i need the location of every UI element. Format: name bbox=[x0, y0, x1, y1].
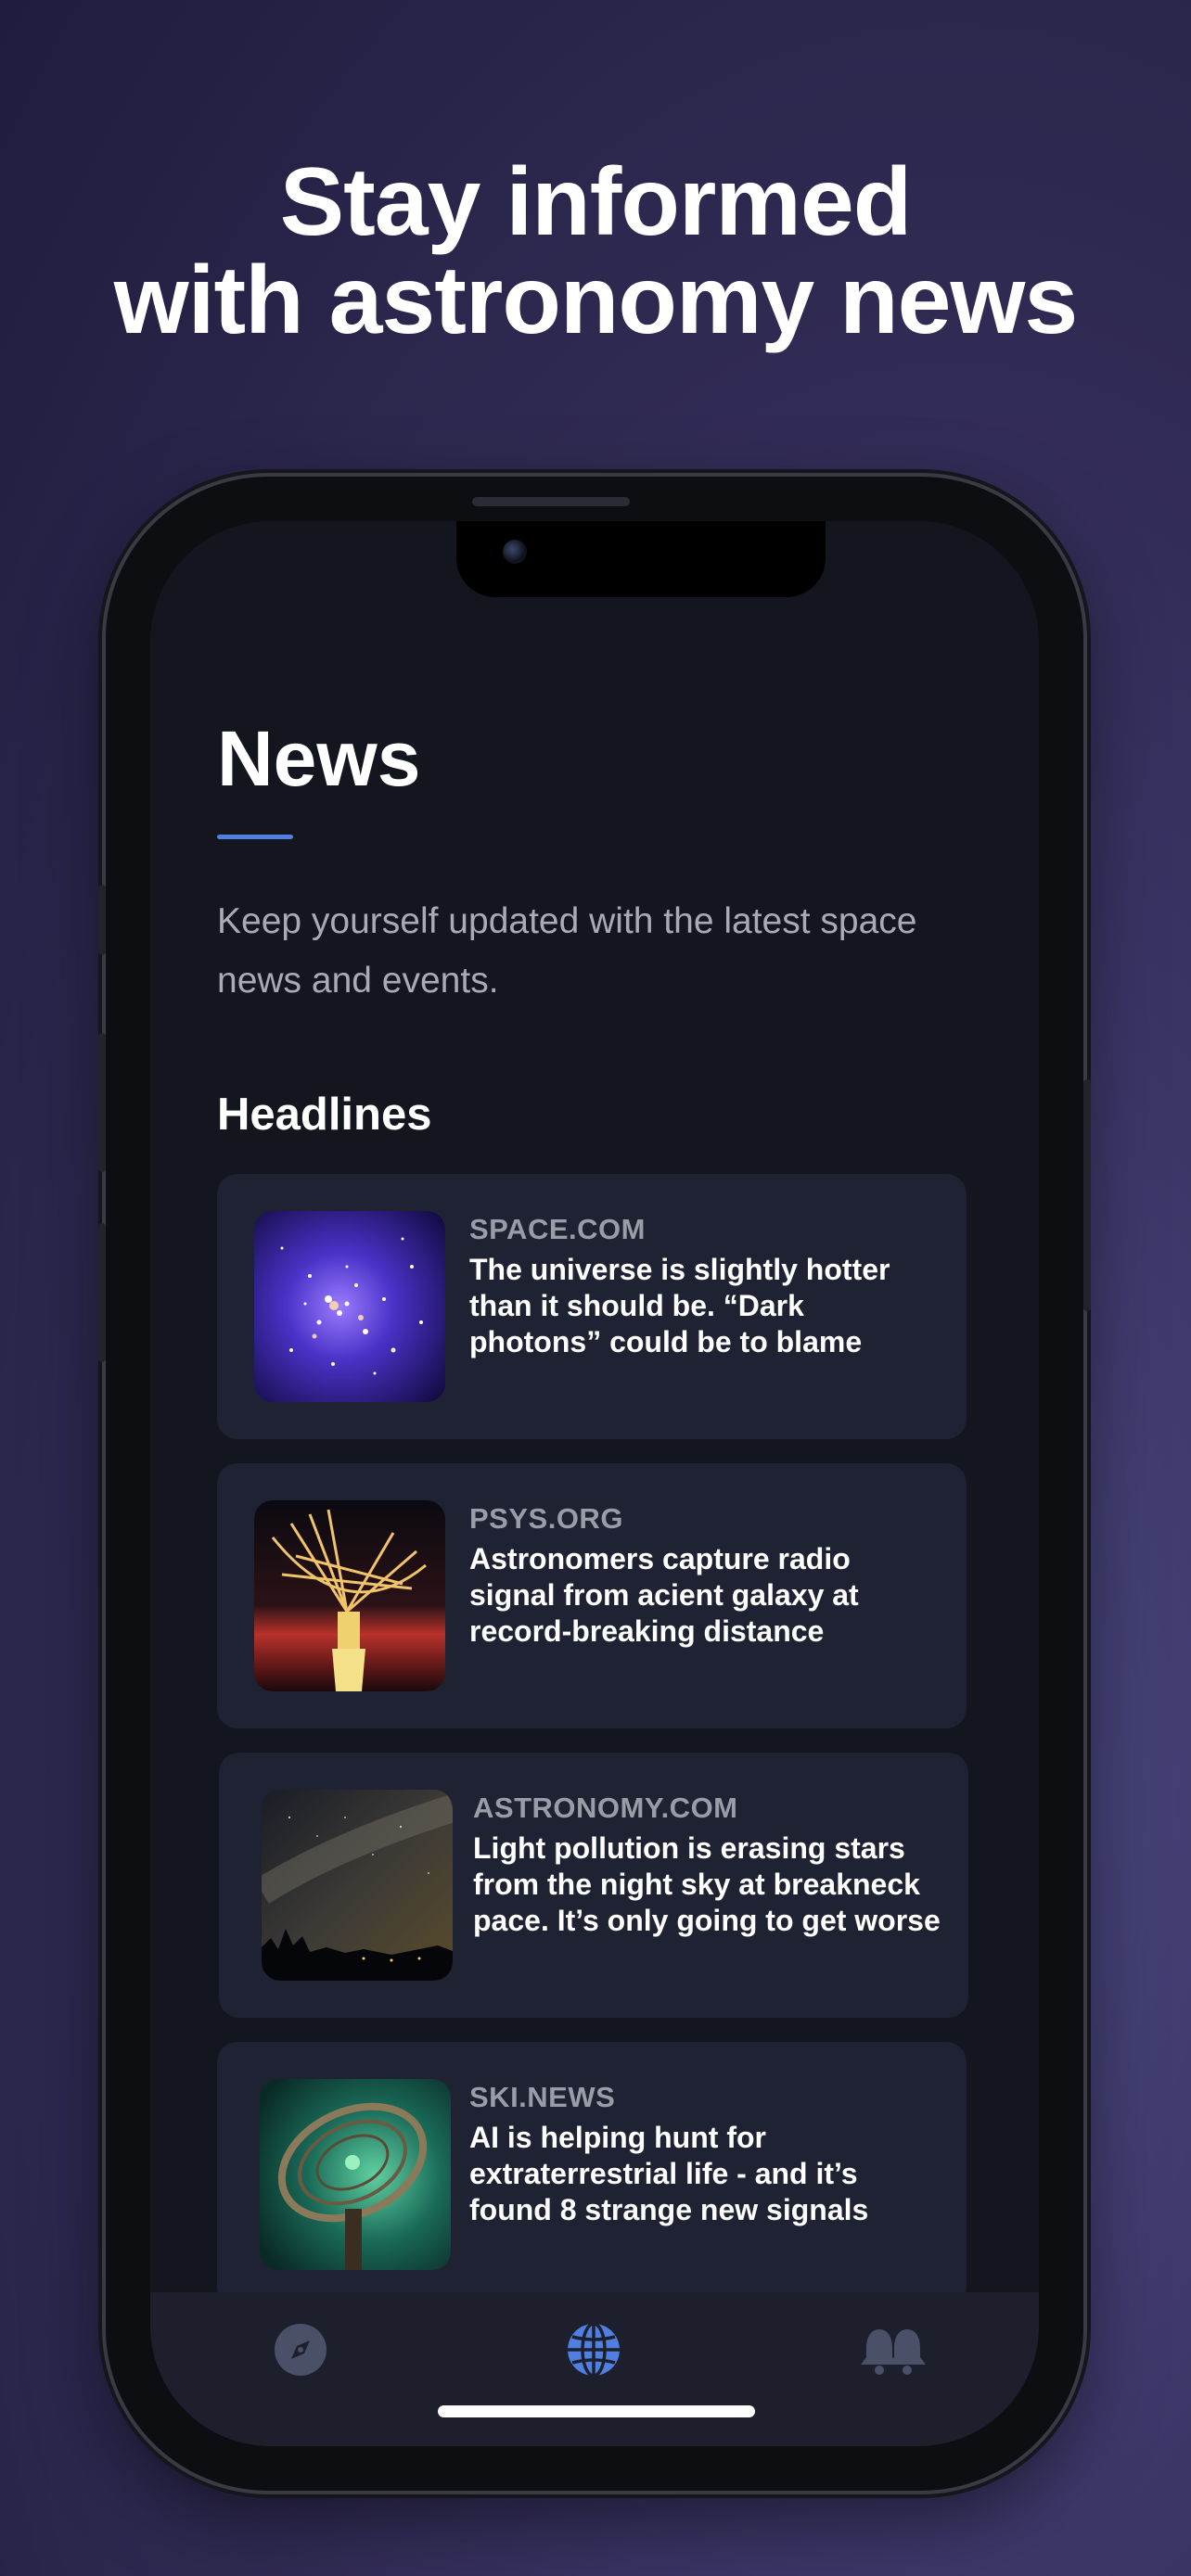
marketing-headline: Stay informed with astronomy news bbox=[0, 153, 1191, 350]
compass-icon bbox=[275, 2324, 327, 2376]
news-card[interactable]: SKI.NEWS AI is helping hunt for extrater… bbox=[217, 2042, 967, 2307]
article-source: SKI.NEWS bbox=[469, 2081, 616, 2113]
section-title-headlines: Headlines bbox=[217, 1090, 432, 1140]
notch bbox=[456, 521, 826, 597]
tab-notifications[interactable] bbox=[859, 2320, 926, 2379]
headline-line-1: Stay informed bbox=[279, 148, 912, 256]
article-thumbnail-radio-telescope bbox=[254, 1500, 445, 1691]
headline-line-2: with astronomy news bbox=[113, 247, 1079, 354]
news-card[interactable]: ASTRONOMY.COM Light pollution is erasing… bbox=[219, 1753, 968, 2018]
earpiece-speaker bbox=[472, 497, 630, 506]
article-title: AI is helping hunt for extraterrestrial … bbox=[469, 2121, 869, 2226]
power-button bbox=[1083, 1079, 1091, 1311]
article-thumbnail-milky-way bbox=[262, 1790, 453, 1981]
title-underline bbox=[217, 835, 293, 839]
page-subtitle: Keep yourself updated with the latest sp… bbox=[217, 901, 917, 1001]
home-indicator[interactable] bbox=[438, 2405, 755, 2417]
phone-frame: News Keep yourself updated with the late… bbox=[98, 477, 1091, 2491]
tab-bar bbox=[150, 2292, 1039, 2446]
tab-explore[interactable] bbox=[271, 2320, 330, 2379]
front-camera bbox=[503, 540, 527, 564]
page-title: News bbox=[217, 715, 421, 802]
article-title: Light pollution is erasing stars from th… bbox=[473, 1831, 941, 1937]
news-card[interactable]: PSYS.ORG Astronomers capture radio signa… bbox=[217, 1463, 967, 1728]
app-screen: News Keep yourself updated with the late… bbox=[150, 521, 1039, 2446]
article-source: SPACE.COM bbox=[469, 1213, 646, 1245]
article-source: PSYS.ORG bbox=[469, 1502, 623, 1535]
volume-down-button bbox=[98, 1223, 106, 1362]
globe-icon bbox=[568, 2322, 620, 2378]
article-source: ASTRONOMY.COM bbox=[473, 1792, 738, 1824]
bell-icon bbox=[861, 2329, 926, 2375]
volume-up-button bbox=[98, 1033, 106, 1172]
article-title: Astronomers capture radio signal from ac… bbox=[469, 1542, 859, 1648]
news-card[interactable]: SPACE.COM The universe is slightly hotte… bbox=[217, 1174, 967, 1439]
article-thumbnail-galaxy bbox=[254, 1211, 445, 1402]
tab-news[interactable] bbox=[564, 2320, 623, 2379]
article-thumbnail-green-dish bbox=[260, 2079, 451, 2270]
article-title: The universe is slightly hotter than it … bbox=[469, 1253, 890, 1358]
mute-switch bbox=[98, 885, 106, 955]
